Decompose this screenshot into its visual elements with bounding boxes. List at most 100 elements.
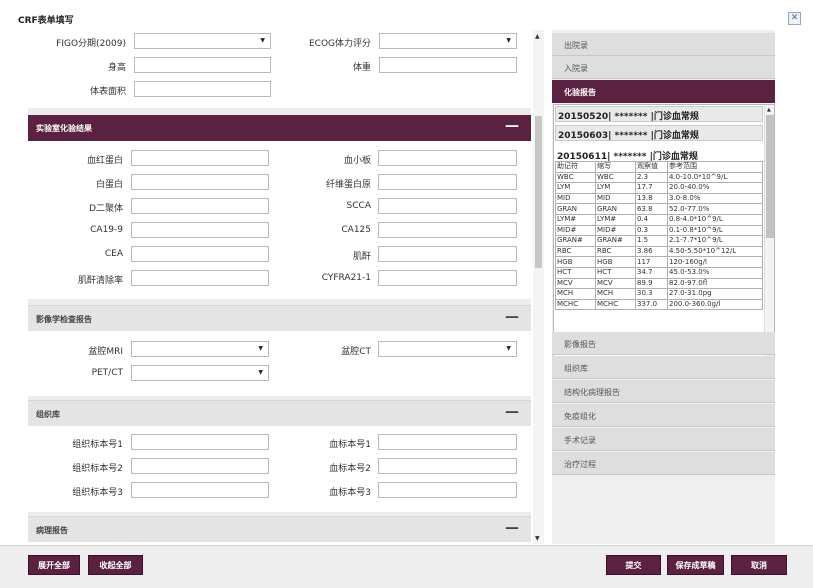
table-cell: 1.5 bbox=[635, 235, 668, 247]
basic-info-section: FIGO分期(2009) ▼ ECOG体力评分 ▼ 身高 体重 体表面积 bbox=[28, 30, 531, 108]
table-cell: 0.1-0.8*10^9/L bbox=[667, 224, 763, 237]
tissue-section-header[interactable]: 组织库 — bbox=[28, 400, 531, 426]
table-cell: 63.8 bbox=[635, 203, 668, 215]
accordion-label: 化验报告 bbox=[564, 88, 596, 97]
accordion-discharge[interactable]: 出院录 bbox=[552, 33, 775, 56]
accordion-ihc[interactable]: 免疫组化 bbox=[552, 404, 775, 427]
table-cell: MCHC bbox=[595, 298, 636, 311]
pathology-section-header[interactable]: 病理报告 — bbox=[28, 516, 531, 542]
table-cell: 20.0-40.0% bbox=[667, 182, 763, 194]
expand-all-button[interactable]: 展开全部 bbox=[28, 555, 80, 575]
blood3-input[interactable] bbox=[378, 482, 517, 498]
height-input[interactable] bbox=[134, 57, 271, 73]
imaging-section-header[interactable]: 影像学检查报告 — bbox=[28, 305, 531, 331]
plt-input[interactable] bbox=[378, 150, 517, 166]
accordion-surgery-record[interactable]: 手术记录 bbox=[552, 428, 775, 451]
hb-input[interactable] bbox=[131, 150, 269, 166]
table-cell: 3.0-8.0% bbox=[667, 192, 763, 205]
close-icon[interactable]: ✕ bbox=[788, 12, 801, 25]
collapse-icon[interactable]: — bbox=[505, 520, 519, 536]
table-cell: MCV bbox=[595, 277, 636, 290]
cyfra-input[interactable] bbox=[378, 270, 517, 286]
table-cell: GRAN bbox=[595, 203, 636, 215]
accordion-label: 结构化病理报告 bbox=[564, 388, 620, 397]
bsa-input[interactable] bbox=[134, 81, 271, 97]
fib-label: 纤维蛋白原 bbox=[325, 180, 371, 190]
cyfra-label: CYFRA21-1 bbox=[321, 273, 371, 283]
table-cell: GRAN# bbox=[595, 235, 636, 247]
accordion-lab-report[interactable]: 化验报告 bbox=[552, 80, 775, 103]
form-panel: FIGO分期(2009) ▼ ECOG体力评分 ▼ 身高 体重 体表面积 实验室… bbox=[28, 30, 531, 544]
imaging-section-title: 影像学检查报告 bbox=[36, 315, 92, 324]
scroll-up-icon[interactable]: ▲ bbox=[535, 33, 540, 40]
ca125-input[interactable] bbox=[378, 222, 517, 238]
table-row: GRAN GRAN 63.8 52.0-77.0% bbox=[555, 203, 763, 215]
weight-input[interactable] bbox=[379, 57, 517, 73]
petct-select[interactable]: ▼ bbox=[131, 365, 269, 381]
report-entry[interactable]: 20150603| ******* |门诊血常规 bbox=[555, 125, 763, 141]
table-row: LYM# LYM# 0.4 0.8-4.0*10^9/L bbox=[555, 213, 763, 226]
ct-label: 盆腔CT bbox=[341, 347, 371, 357]
accordion-imaging-report[interactable]: 影像报告 bbox=[552, 332, 775, 355]
collapse-icon[interactable]: — bbox=[505, 118, 519, 134]
table-cell: HGB bbox=[555, 256, 596, 268]
accordion-admission[interactable]: 入院录 bbox=[552, 56, 775, 79]
table-cell: MCH bbox=[595, 288, 636, 300]
table-cell: 200.0-360.0g/l bbox=[667, 298, 763, 311]
collapse-all-button[interactable]: 收起全部 bbox=[88, 555, 143, 575]
scrollbar-thumb[interactable] bbox=[535, 116, 542, 268]
report-scrollbar[interactable]: ▲ ▼ bbox=[764, 105, 774, 359]
column-header: 参考范围 bbox=[667, 161, 763, 173]
report-entry[interactable]: 20150520| ******* |门诊血常规 bbox=[555, 106, 763, 122]
table-cell: 89.9 bbox=[635, 277, 668, 290]
table-row: HGB HGB 117 120-160g/l bbox=[555, 256, 763, 268]
ca199-input[interactable] bbox=[131, 222, 269, 238]
tissue1-label: 组织标本号1 bbox=[72, 440, 123, 450]
table-cell: GRAN# bbox=[555, 235, 596, 247]
accordion-treatment[interactable]: 治疗过程 bbox=[552, 452, 775, 475]
dd-input[interactable] bbox=[131, 198, 269, 214]
lab-section-header[interactable]: 实验室化验结果 — bbox=[28, 115, 531, 141]
ccr-input[interactable] bbox=[131, 270, 269, 286]
submit-button[interactable]: 提交 bbox=[606, 555, 661, 575]
blood2-input[interactable] bbox=[378, 458, 517, 474]
accordion-structured-pathology[interactable]: 结构化病理报告 bbox=[552, 380, 775, 403]
action-bar: 展开全部 收起全部 提交 保存成草稿 取消 bbox=[0, 545, 813, 588]
report-entry-label: 20150603| ******* |门诊血常规 bbox=[558, 131, 699, 141]
table-cell: HCT bbox=[555, 266, 596, 279]
scca-input[interactable] bbox=[378, 198, 517, 214]
table-cell: MCH bbox=[555, 288, 596, 300]
save-draft-button[interactable]: 保存成草稿 bbox=[667, 555, 724, 575]
tissue1-input[interactable] bbox=[131, 434, 269, 450]
form-scrollbar[interactable]: ▲ ▼ bbox=[533, 30, 544, 544]
accordion-tissue-bank[interactable]: 组织库 bbox=[552, 356, 775, 379]
blood1-input[interactable] bbox=[378, 434, 517, 450]
bsa-label: 体表面积 bbox=[89, 87, 126, 97]
cancel-button[interactable]: 取消 bbox=[731, 555, 787, 575]
table-row: RBC RBC 3.86 4.50-5.50*10^12/L bbox=[555, 245, 763, 258]
tissue2-input[interactable] bbox=[131, 458, 269, 474]
collapse-icon[interactable]: — bbox=[505, 404, 519, 420]
mri-select[interactable]: ▼ bbox=[131, 341, 269, 357]
ct-select[interactable]: ▼ bbox=[378, 341, 517, 357]
scroll-down-icon[interactable]: ▼ bbox=[535, 535, 540, 542]
scrollbar-thumb[interactable] bbox=[766, 115, 774, 238]
ecog-select[interactable]: ▼ bbox=[379, 33, 517, 49]
table-cell: 0.8-4.0*10^9/L bbox=[667, 213, 763, 226]
cea-input[interactable] bbox=[131, 246, 269, 262]
table-row: WBC WBC 2.3 4.0-10.0*10^9/L bbox=[555, 171, 763, 184]
reference-panel: 出院录 入院录 化验报告 20150520| ******* |门诊血常规 20… bbox=[552, 30, 775, 544]
collapse-icon[interactable]: — bbox=[505, 309, 519, 325]
tissue-section-body: 组织标本号1 血标本号1 组织标本号2 血标本号2 组织标本号3 血标本号3 bbox=[28, 426, 531, 512]
tissue3-input[interactable] bbox=[131, 482, 269, 498]
blood2-label: 血标本号2 bbox=[329, 464, 371, 474]
scroll-up-icon[interactable]: ▲ bbox=[767, 107, 771, 113]
fib-input[interactable] bbox=[378, 174, 517, 190]
plt-label: 血小板 bbox=[343, 156, 371, 166]
report-entry-label: 20150520| ******* |门诊血常规 bbox=[558, 112, 699, 122]
table-cell: MID bbox=[555, 192, 596, 205]
dd-label: D二聚体 bbox=[89, 204, 123, 214]
alb-input[interactable] bbox=[131, 174, 269, 190]
cr-input[interactable] bbox=[378, 246, 517, 262]
figo-select[interactable]: ▼ bbox=[134, 33, 271, 49]
